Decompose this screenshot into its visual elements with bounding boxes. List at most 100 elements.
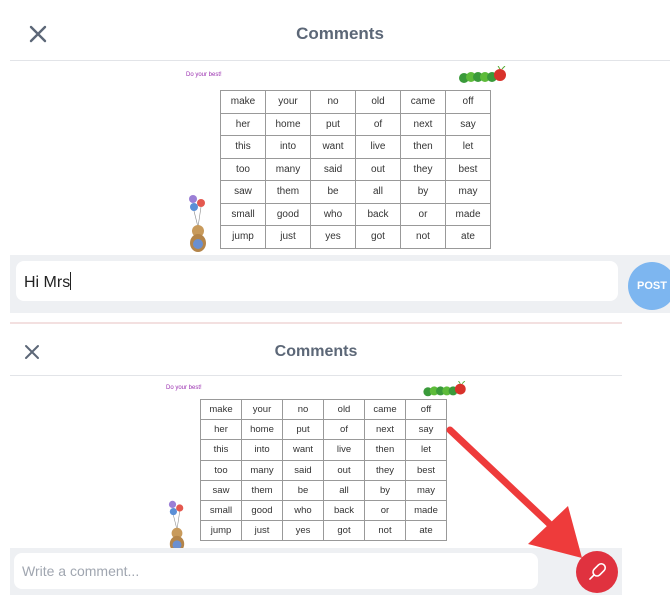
word-cell: home: [241, 419, 283, 441]
word-cell: they: [364, 459, 406, 481]
word-cell: out: [323, 459, 365, 481]
page-title: Comments: [274, 343, 358, 360]
word-cell: this: [200, 439, 242, 461]
word-cell: by: [400, 180, 446, 204]
table-row: her home put of next say: [200, 419, 447, 441]
word-cell: into: [241, 439, 283, 461]
word-cell: jump: [220, 225, 266, 249]
word-cell: made: [445, 202, 491, 226]
word-cell: too: [200, 459, 242, 481]
table-row: this into want live then let: [220, 135, 491, 159]
word-cell: too: [220, 157, 266, 181]
word-cell: saw: [220, 180, 266, 204]
sight-words-sheet: Do your best! make your no old came off her ho…: [180, 64, 510, 259]
word-cell: jump: [200, 520, 242, 542]
word-cell: her: [200, 419, 242, 441]
caterpillar-image: [423, 381, 466, 397]
word-cell: not: [400, 225, 446, 249]
word-cell: back: [355, 202, 401, 226]
word-cell: out: [355, 157, 401, 181]
word-cell: said: [310, 157, 356, 181]
word-cell: then: [364, 439, 406, 461]
word-cell: this: [220, 135, 266, 159]
post-button[interactable]: POST: [628, 262, 670, 310]
word-cell: got: [323, 520, 365, 542]
caterpillar-image: [459, 66, 506, 83]
table-row: saw them be all by may: [220, 180, 491, 204]
word-cell: may: [445, 180, 491, 204]
word-cell: make: [220, 90, 266, 114]
word-cell: came: [364, 398, 406, 421]
table-row: her home put of next say: [220, 112, 491, 136]
word-cell: or: [364, 499, 406, 522]
comment-input-placeholder: Write a comment...: [22, 563, 140, 579]
word-cell: saw: [200, 479, 242, 501]
word-cell: said: [282, 459, 324, 481]
word-cell: live: [355, 135, 401, 159]
word-cell: into: [265, 135, 311, 159]
table-row: saw them be all by may: [200, 479, 447, 501]
word-cell: got: [355, 225, 401, 249]
word-cell: many: [241, 459, 283, 481]
word-cell: ate: [445, 225, 491, 249]
annotation-arrow: [446, 426, 582, 558]
sight-words-sheet: Do your best! make your no old came off her ho…: [160, 379, 470, 559]
word-cell: want: [282, 439, 324, 461]
sheet-motto: Do your best!: [186, 72, 222, 78]
word-cell: all: [355, 180, 401, 204]
word-cell: be: [310, 180, 356, 204]
table-row: this into want live then let: [200, 439, 447, 461]
word-cell: them: [265, 180, 311, 204]
table-row: small good who back or made: [220, 202, 491, 226]
word-cell: or: [400, 202, 446, 226]
word-cell: good: [265, 202, 311, 226]
word-cell: yes: [310, 225, 356, 249]
word-cell: yes: [282, 520, 324, 542]
word-cell: no: [282, 398, 324, 421]
table-row: too many said out they best: [220, 157, 491, 181]
sheet-motto: Do your best!: [166, 385, 202, 391]
word-cell: put: [310, 112, 356, 136]
word-cell: who: [310, 202, 356, 226]
text-caret: [70, 272, 72, 290]
word-cell: make: [200, 398, 242, 421]
word-cell: no: [310, 90, 356, 114]
table-row: make your no old came off: [200, 398, 447, 421]
teddy-balloons-image: [168, 500, 185, 553]
page-title: Comments: [296, 24, 384, 43]
teddy-balloons-image: [189, 195, 206, 252]
table-row: make your no old came off: [220, 90, 491, 114]
word-cell: let: [445, 135, 491, 159]
word-cell: just: [241, 520, 283, 542]
word-cell: be: [282, 479, 324, 501]
word-cell: back: [323, 499, 365, 522]
word-cell: them: [241, 479, 283, 501]
word-cell: next: [400, 112, 446, 136]
word-cell: live: [323, 439, 365, 461]
word-cell: who: [282, 499, 324, 522]
word-cell: her: [220, 112, 266, 136]
word-cell: your: [265, 90, 311, 114]
word-cell: your: [241, 398, 283, 421]
table-row: small good who back or made: [200, 499, 447, 522]
word-cell: off: [405, 398, 447, 421]
comment-input[interactable]: Hi Mrs: [16, 261, 618, 301]
word-cell: many: [265, 157, 311, 181]
word-cell: say: [445, 112, 491, 136]
comment-bar: Hi Mrs POST: [10, 255, 670, 313]
word-cell: of: [355, 112, 401, 136]
word-cell: good: [241, 499, 283, 522]
word-cell: they: [400, 157, 446, 181]
word-cell: old: [355, 90, 401, 114]
word-cell: put: [282, 419, 324, 441]
panel-divider: [10, 322, 622, 324]
word-cell: not: [364, 520, 406, 542]
word-cell: just: [265, 225, 311, 249]
word-cell: old: [323, 398, 365, 421]
word-cell: best: [445, 157, 491, 181]
table-row: too many said out they best: [200, 459, 447, 481]
table-row: jump just yes got not ate: [200, 520, 447, 542]
comments-header: Comments: [10, 325, 622, 376]
word-cell: then: [400, 135, 446, 159]
sight-words-table: make your no old came off her home put of next say…: [200, 398, 447, 542]
